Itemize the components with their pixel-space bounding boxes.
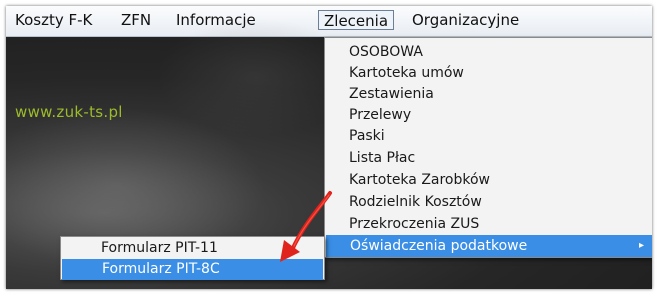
submenu-arrow-icon: ▸ [638, 240, 644, 251]
menu-zfn[interactable]: ZFN [116, 10, 156, 30]
menu-item-kartoteka-zarobkow[interactable]: Kartoteka Zarobków [325, 169, 652, 191]
menu-koszty-fk[interactable]: Koszty F-K [10, 10, 97, 30]
menu-item-kartoteka-umow[interactable]: Kartoteka umów [325, 62, 652, 84]
submenu-item-pit-11[interactable]: Formularz PIT-11 [61, 238, 324, 259]
menu-organizacyjne[interactable]: Organizacyjne [407, 10, 524, 30]
website-url-text: www.zuk-ts.pl [15, 103, 123, 121]
zlecenia-dropdown-menu: OSOBOWA Kartoteka umów Zestawienia Przel… [324, 37, 652, 258]
menu-item-przelewy[interactable]: Przelewy [325, 104, 652, 126]
menu-item-label: Oświadczenia podatkowe [350, 238, 528, 254]
app-window: Koszty F-K ZFN Informacje Zlecenia Organ… [6, 6, 652, 289]
menu-item-zestawienia[interactable]: Zestawienia [325, 83, 652, 105]
menu-item-rodzielnik-kosztow[interactable]: Rodzielnik Kosztów [325, 191, 652, 213]
menu-item-oswiadczenia-podatkowe[interactable]: Oświadczenia podatkowe ▸ [326, 235, 652, 257]
menu-item-paski[interactable]: Paski [325, 125, 652, 147]
oswiadczenia-submenu: Formularz PIT-11 Formularz PIT-8C [60, 236, 325, 280]
menu-item-osobowa[interactable]: OSOBOWA [325, 41, 652, 63]
menu-item-lista-plac[interactable]: Lista Płac [325, 147, 652, 169]
submenu-item-pit-8c[interactable]: Formularz PIT-8C [62, 259, 323, 280]
menu-item-przekroczenia-zus[interactable]: Przekroczenia ZUS [325, 213, 652, 235]
